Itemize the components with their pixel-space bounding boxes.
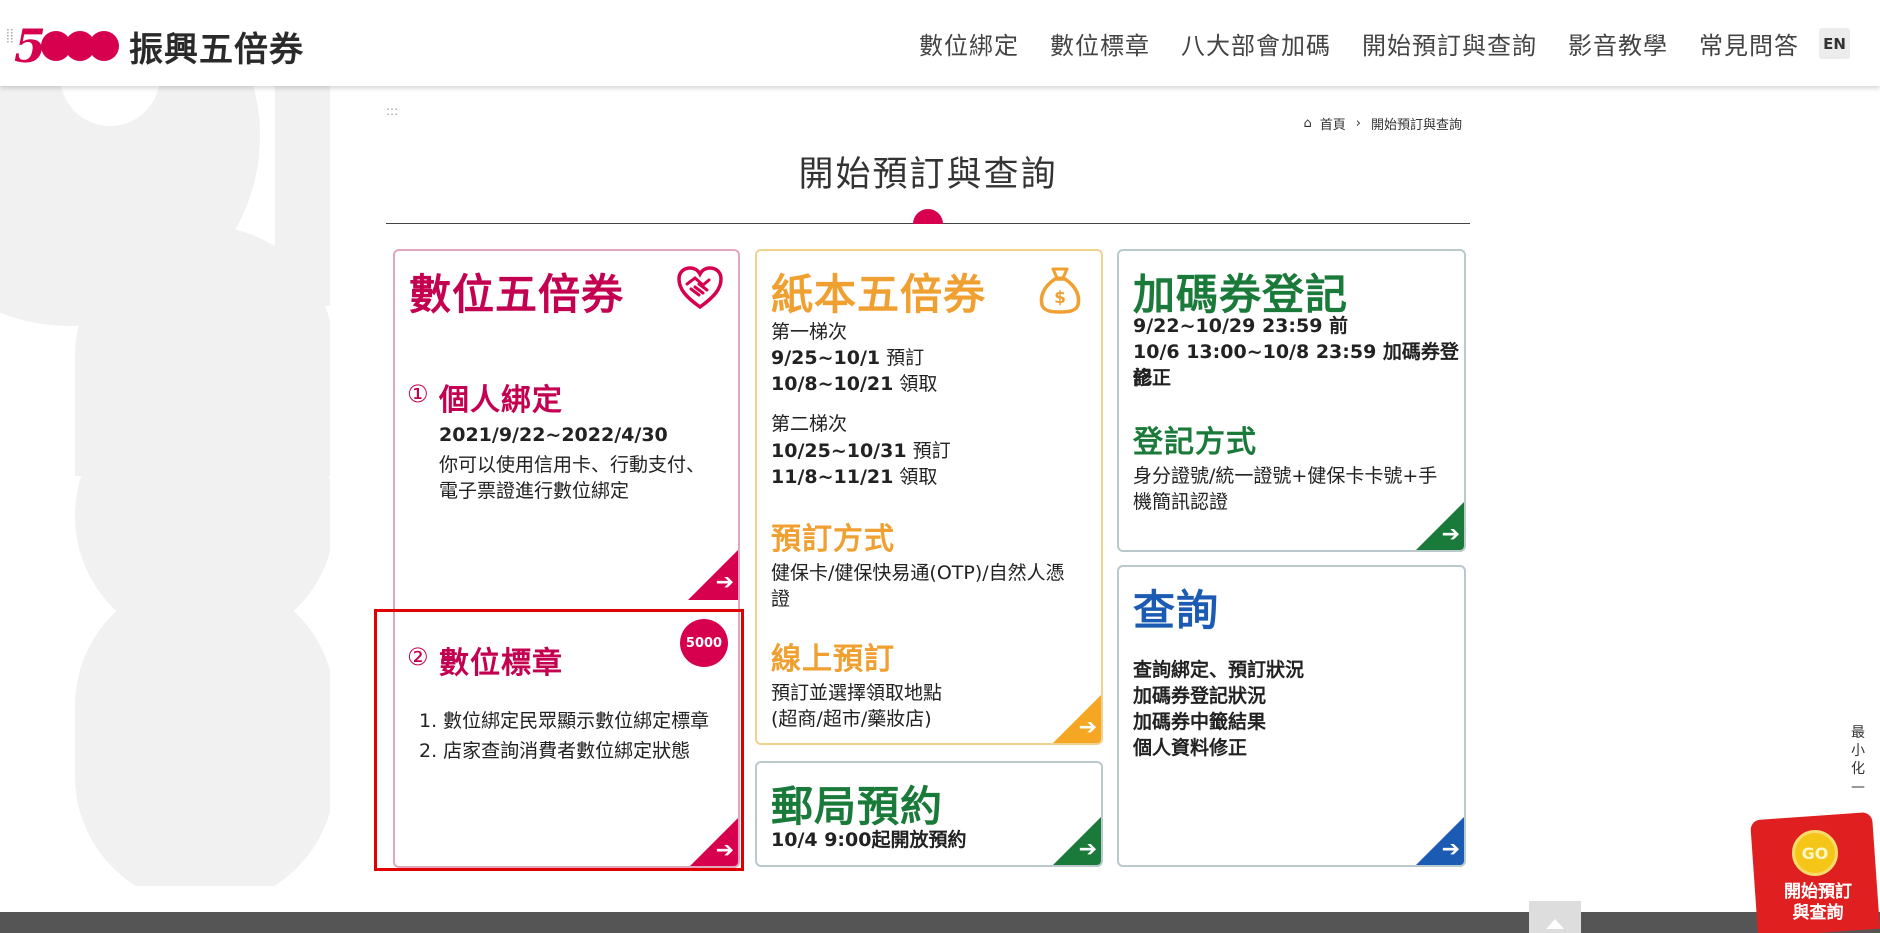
registration-method-desc-2: 機簡訊認證 <box>1133 491 1229 513</box>
home-icon[interactable]: ⌂ <box>1304 116 1312 131</box>
paper-card-title: 紙本五倍券 <box>771 270 987 319</box>
personal-binding-desc-1: 你可以使用信用卡、行動支付、 <box>439 454 706 476</box>
main-content: ::: ⌂ 首頁 › 開始預訂與查詢 開始預訂與查詢 數位五倍券 ① 個人綁定 … <box>374 86 1470 906</box>
site-header: ⁝⁝ ⁝⁝ 5 振興五倍券 數位綁定 數位標章 八大部會加碼 開始預訂與查詢 影音… <box>0 0 1880 86</box>
footer-bar <box>0 912 1880 933</box>
round-1-pickup: 10/8~10/21 領取 <box>771 373 938 395</box>
minimize-label: 最小化 <box>1851 725 1865 777</box>
logo-circle <box>89 31 120 61</box>
query-item: 查詢綁定、預訂狀況 <box>1133 659 1305 681</box>
minimize-dash: — <box>1851 779 1865 795</box>
online-booking-desc-1: 預訂並選擇領取地點 <box>771 682 943 704</box>
round-2-label: 第二梯次 <box>771 413 848 435</box>
floating-booking-button[interactable]: GO 開始預訂 與查詢 <box>1750 808 1880 933</box>
online-booking-title: 線上預訂 <box>771 642 895 677</box>
drag-grip-icon: ⁝⁝ ⁝⁝ <box>6 26 14 46</box>
logo-mark: 5 <box>14 23 120 69</box>
money-bag-icon: $ <box>1039 267 1081 314</box>
accesskey-marker: ::: <box>386 104 399 118</box>
post-office-desc: 10/4 9:00起開放預約 <box>771 829 967 851</box>
nav-item-digital-badge[interactable]: 數位標章 <box>1050 26 1150 61</box>
digital-card-title: 數位五倍券 <box>409 270 625 319</box>
digital-badge-logo: 5000 <box>680 619 728 667</box>
digital-badge-title: 數位標章 <box>439 646 563 681</box>
arrow-right-icon: ➔ <box>1441 522 1460 547</box>
caret-up-icon <box>1546 919 1564 929</box>
breadcrumb-separator: › <box>1355 116 1361 131</box>
round-1-label: 第一梯次 <box>771 321 848 343</box>
bonus-registration-card[interactable]: 加碼券登記 9/22~10/29 23:59 前 10/6 13:00~10/8… <box>1117 249 1466 552</box>
query-arrow-button[interactable]: ➔ <box>1414 815 1464 865</box>
digital-badge-arrow-button[interactable]: ➔ <box>688 816 738 866</box>
post-office-title: 郵局預約 <box>771 782 944 831</box>
breadcrumb-home-link[interactable]: 首頁 <box>1320 114 1346 133</box>
query-item: 加碼券登記狀況 <box>1133 685 1267 707</box>
minimize-button[interactable]: 最小化 — <box>1848 724 1868 796</box>
bonus-period-3: 修正 <box>1133 367 1172 389</box>
arrow-right-icon: ➔ <box>1441 837 1460 862</box>
bonus-period-2: 10/6 13:00~10/8 23:59 加碼券登記 <box>1133 341 1459 389</box>
step-1-number: ① <box>407 380 429 408</box>
booking-method-desc-1: 健保卡/健保快易通(OTP)/自然人憑 <box>771 562 1065 584</box>
arrow-right-icon: ➔ <box>1078 837 1097 862</box>
breadcrumb: ⌂ 首頁 › 開始預訂與查詢 <box>1304 114 1463 133</box>
query-card[interactable]: 查詢 查詢綁定、預訂狀況 加碼券登記狀況 加碼券中籤結果 個人資料修正 ➔ <box>1117 565 1466 867</box>
arrow-right-icon: ➔ <box>715 570 734 595</box>
bonus-period-1: 9/22~10/29 23:59 前 <box>1133 315 1349 337</box>
query-card-title: 查詢 <box>1133 586 1220 635</box>
digital-voucher-card: 數位五倍券 ① 個人綁定 2021/9/22~2022/4/30 你可以使用信用… <box>393 249 740 868</box>
personal-binding-arrow-button[interactable]: ➔ <box>688 548 738 600</box>
title-divider-dot <box>913 209 943 224</box>
round-2-pickup: 11/8~11/21 領取 <box>771 466 938 488</box>
bonus-arrow-button[interactable]: ➔ <box>1414 500 1464 550</box>
personal-binding-desc-2: 電子票證進行數位綁定 <box>439 480 630 502</box>
online-booking-desc-2: (超商/超市/藥妝店) <box>771 708 932 730</box>
digital-badge-item-2: 2. 店家查詢消費者數位綁定狀態 <box>419 740 691 762</box>
page-title: 開始預訂與查詢 <box>798 155 1058 195</box>
round-2-booking: 10/25~10/31 預訂 <box>771 440 951 462</box>
registration-method-desc-1: 身分證號/統一證號+健保卡卡號+手 <box>1133 465 1438 487</box>
query-item: 加碼券中籤結果 <box>1133 711 1267 733</box>
floating-booking-label: 開始預訂 與查詢 <box>1784 882 1852 923</box>
nav-item-faq[interactable]: 常見問答 <box>1699 26 1799 61</box>
step-2-number: ② <box>407 643 429 671</box>
digital-badge-item-1: 1. 數位綁定民眾顯示數位綁定標章 <box>419 710 710 732</box>
arrow-right-icon: ➔ <box>1078 715 1097 740</box>
query-item: 個人資料修正 <box>1133 737 1248 759</box>
personal-binding-date: 2021/9/22~2022/4/30 <box>439 424 668 446</box>
back-to-top-button[interactable] <box>1529 901 1581 933</box>
paper-arrow-button[interactable]: ➔ <box>1051 693 1101 743</box>
post-office-arrow-button[interactable]: ➔ <box>1051 815 1101 865</box>
nav-item-digital-binding[interactable]: 數位綁定 <box>919 26 1019 61</box>
handshake-heart-icon <box>677 266 723 310</box>
background-decoration <box>0 86 330 886</box>
post-office-card[interactable]: 郵局預約 10/4 9:00起開放預約 ➔ <box>755 761 1103 867</box>
logo-text: 振興五倍券 <box>129 29 305 70</box>
main-nav: 數位綁定 數位標章 八大部會加碼 開始預訂與查詢 影音教學 常見問答 EN <box>888 26 1850 61</box>
round-1-booking: 9/25~10/1 預訂 <box>771 347 925 369</box>
nav-item-video[interactable]: 影音教學 <box>1568 26 1668 61</box>
go-coin-icon: GO <box>1792 830 1838 876</box>
paper-voucher-card[interactable]: 紙本五倍券 $ 第一梯次 9/25~10/1 預訂 10/8~10/21 領取 … <box>755 249 1103 745</box>
personal-binding-title: 個人綁定 <box>439 383 563 418</box>
breadcrumb-current: 開始預訂與查詢 <box>1370 118 1462 133</box>
booking-method-desc-2: 證 <box>771 588 791 610</box>
language-toggle-button[interactable]: EN <box>1819 28 1850 59</box>
nav-item-booking-query[interactable]: 開始預訂與查詢 <box>1362 26 1537 61</box>
nav-item-ministry-bonus[interactable]: 八大部會加碼 <box>1181 26 1331 61</box>
site-logo[interactable]: 5 振興五倍券 <box>14 22 304 70</box>
registration-method-title: 登記方式 <box>1133 425 1257 460</box>
arrow-right-icon: ➔ <box>715 838 734 863</box>
booking-method-title: 預訂方式 <box>771 522 895 557</box>
svg-text:$: $ <box>1054 288 1066 308</box>
